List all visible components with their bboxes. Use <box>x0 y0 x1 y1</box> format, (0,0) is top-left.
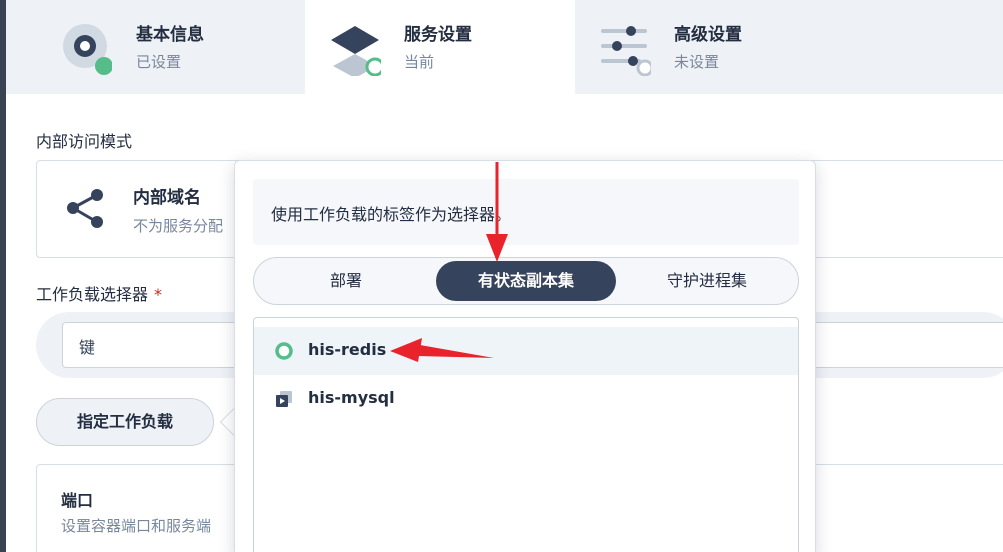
assign-workload-button[interactable]: 指定工作负载 <box>36 398 214 446</box>
workload-list: his-redis his-mysql <box>253 317 799 552</box>
required-mark: * <box>154 285 163 304</box>
step-status: 已设置 <box>136 53 182 71</box>
tab-deployments[interactable]: 部署 <box>258 261 434 301</box>
tab-statefulsets[interactable]: 有状态副本集 <box>436 261 616 301</box>
workload-name: his-redis <box>308 340 387 359</box>
workload-popover: 使用工作负载的标签作为选择器。 部署 有状态副本集 守护进程集 his-redi… <box>234 160 816 552</box>
layers-icon <box>331 26 381 76</box>
share-icon <box>67 189 103 228</box>
step-service-settings[interactable]: 服务设置 当前 <box>305 0 575 94</box>
step-title: 基本信息 <box>136 25 204 45</box>
basic-info-icon <box>63 24 112 75</box>
access-mode-label: 内部访问模式 <box>36 132 133 151</box>
list-item[interactable]: his-mysql <box>254 375 798 423</box>
ports-title: 端口 <box>61 491 94 510</box>
step-status: 当前 <box>404 53 435 71</box>
ports-desc: 设置容器端口和服务端 <box>61 517 212 535</box>
workload-selector-text: 工作负载选择器 <box>36 285 149 304</box>
status-ring-icon <box>275 342 293 360</box>
workload-type-tabs: 部署 有状态副本集 守护进程集 <box>253 257 799 305</box>
tab-daemonsets[interactable]: 守护进程集 <box>618 261 796 301</box>
step-advanced-settings[interactable]: 高级设置 未设置 <box>575 0 1003 94</box>
access-card-desc: 不为服务分配 <box>133 217 224 235</box>
wizard-steps: 基本信息 已设置 服务设置 当前 高级设置 未设置 <box>6 0 1003 94</box>
popover-hint: 使用工作负载的标签作为选择器。 <box>253 179 799 245</box>
sliders-icon <box>601 26 651 76</box>
workload-selector-label: 工作负载选择器 * <box>36 281 162 305</box>
access-card-title: 内部域名 <box>133 188 201 208</box>
step-title: 服务设置 <box>404 25 472 45</box>
step-basic-info[interactable]: 基本信息 已设置 <box>6 0 305 94</box>
step-status: 未设置 <box>674 53 720 71</box>
list-item[interactable]: his-redis <box>254 327 798 375</box>
workload-icon <box>276 391 292 407</box>
workload-name: his-mysql <box>308 388 395 407</box>
step-title: 高级设置 <box>674 25 742 45</box>
